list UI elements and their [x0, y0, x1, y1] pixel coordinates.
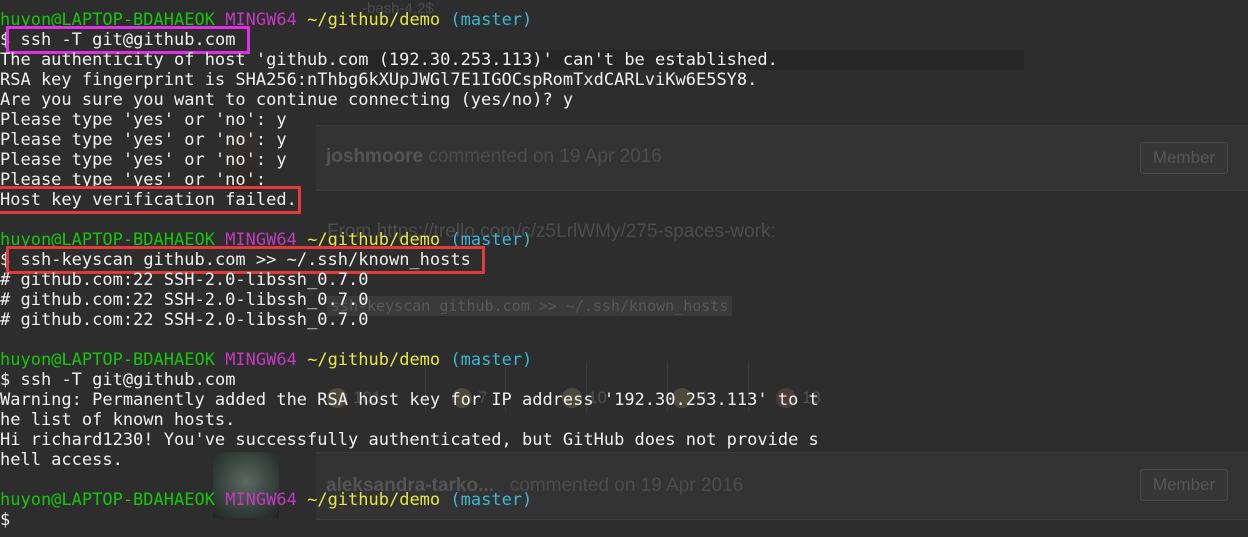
current-input-line[interactable]: $ — [0, 510, 819, 530]
output-line: Please type 'yes' or 'no': y — [0, 150, 287, 170]
prompt-line: huyon@LAPTOP-BDAHAEOK MINGW64 ~/github/d… — [0, 350, 533, 370]
output-line: Are you sure you want to continue connec… — [0, 90, 574, 110]
command-line: $ ssh -T git@github.com — [0, 370, 236, 390]
output-line: Please type 'yes' or 'no': y — [0, 130, 287, 150]
output-line: RSA key fingerprint is SHA256:nThbg6kXUp… — [0, 70, 758, 90]
output-line: # github.com:22 SSH-2.0-libssh_0.7.0 — [0, 290, 369, 310]
command-line: $ ssh-keyscan github.com >> ~/.ssh/known… — [0, 246, 819, 274]
output-line: Hi richard1230! You've successfully auth… — [0, 430, 819, 450]
error-line: Host key verification failed. — [0, 186, 819, 214]
terminal-output[interactable]: huyon@LAPTOP-BDAHAEOK MINGW64 ~/github/d… — [0, 10, 819, 530]
host-key-failed-highlighted: Host key verification failed. — [0, 186, 301, 214]
bg-member-badge-2: Member — [1140, 469, 1228, 501]
output-line: Please type 'yes' or 'no': — [0, 170, 267, 190]
output-line: hell access. — [0, 450, 123, 470]
prompt-line: huyon@LAPTOP-BDAHAEOK MINGW64 ~/github/d… — [0, 490, 533, 510]
bg-member-badge-1: Member — [1140, 142, 1228, 174]
prompt-line: huyon@LAPTOP-BDAHAEOK MINGW64 ~/github/d… — [0, 230, 533, 250]
command-ssh-test-highlighted: ssh -T git@github.com — [6, 26, 250, 54]
output-line: # github.com:22 SSH-2.0-libssh_0.7.0 — [0, 310, 369, 330]
output-line: Please type 'yes' or 'no': y — [0, 110, 287, 130]
command-keyscan-highlighted: ssh-keyscan github.com >> ~/.ssh/known_h… — [6, 246, 486, 274]
output-line: Warning: Permanently added the RSA host … — [0, 390, 819, 410]
output-line: # github.com:22 SSH-2.0-libssh_0.7.0 — [0, 270, 369, 290]
command-line: $ ssh -T git@github.com — [0, 26, 819, 54]
output-line: he list of known hosts. — [0, 410, 236, 430]
output-line: The authenticity of host 'github.com (19… — [0, 50, 778, 70]
prompt-line: huyon@LAPTOP-BDAHAEOK MINGW64 ~/github/d… — [0, 10, 533, 30]
